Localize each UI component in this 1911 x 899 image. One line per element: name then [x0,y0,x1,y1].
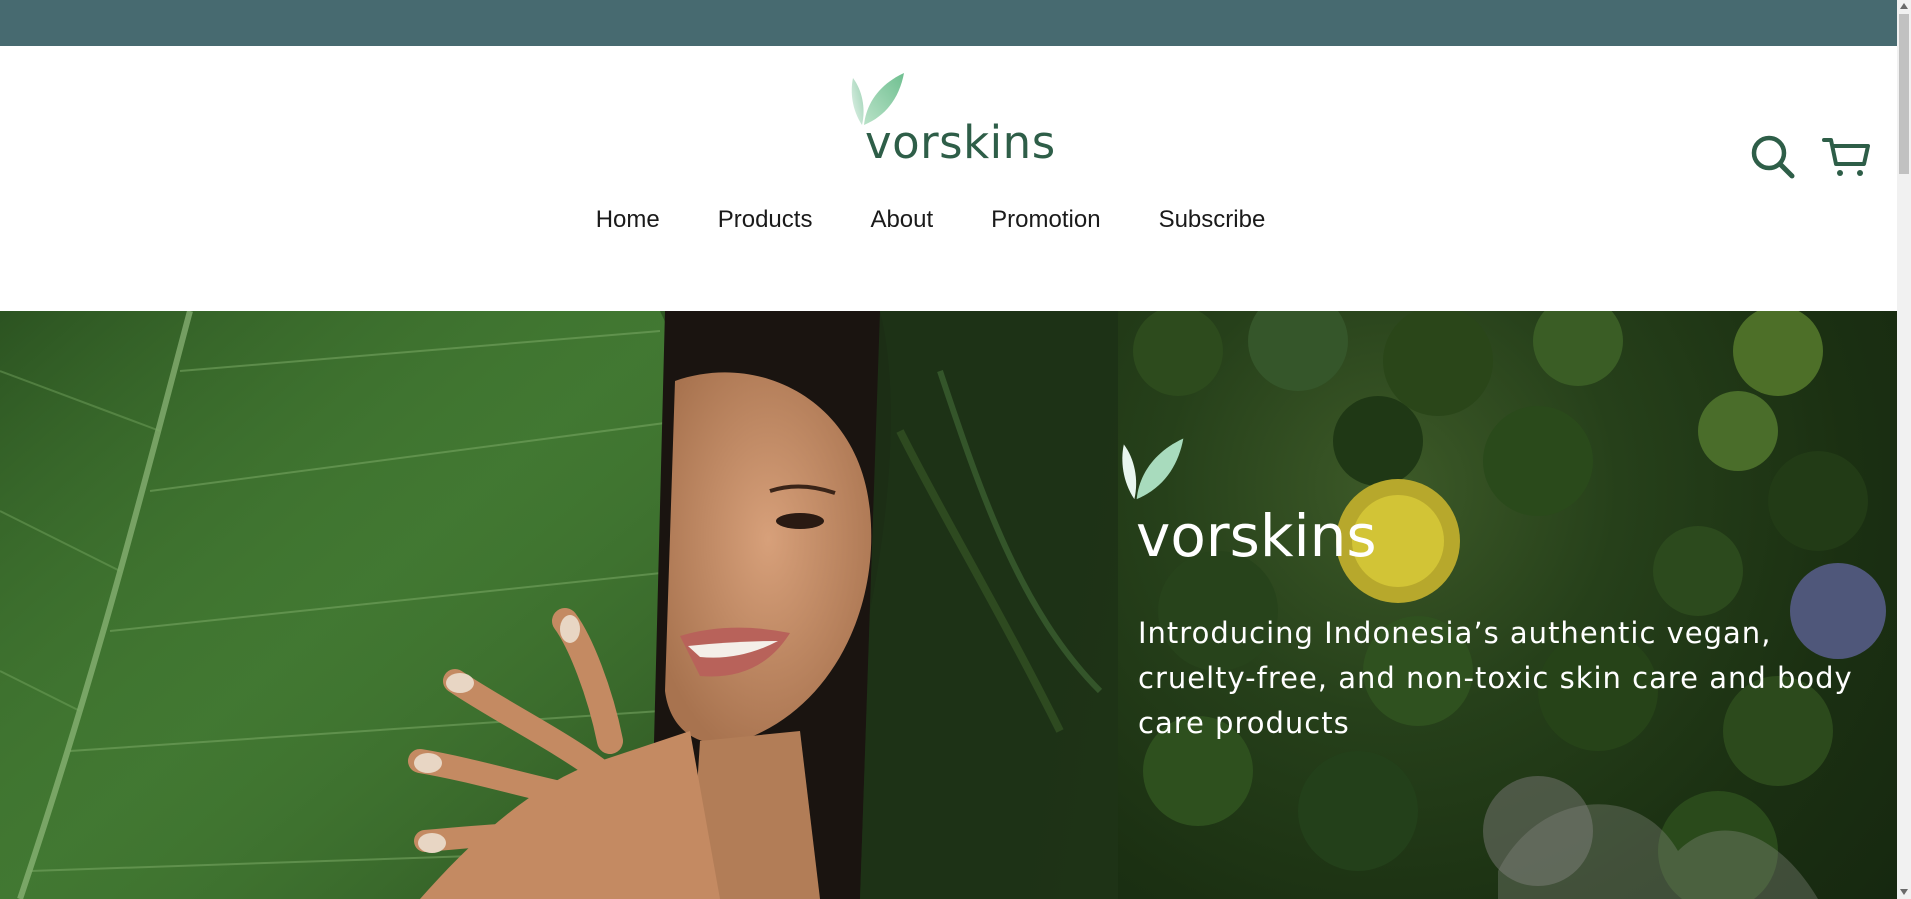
leaf-icon [1122,438,1184,500]
nav-products[interactable]: Products [718,206,813,235]
page: vorskins Home Products About Promotion S… [0,0,1897,899]
search-icon [1751,135,1795,179]
hero-banner: vorskins Introducing Indonesia’s authent… [0,311,1897,899]
nav-subscribe[interactable]: Subscribe [1159,206,1266,235]
scroll-down-arrow-icon[interactable] [1900,889,1908,895]
scrollbar-thumb[interactable] [1899,14,1909,174]
announcement-bar [0,0,1897,46]
hero-brand-logo: vorskins [1118,435,1418,565]
cart-icon [1822,138,1870,176]
hero-tagline: Introducing Indonesia’s authentic vegan,… [1138,616,1853,740]
cart-button[interactable] [1822,134,1870,180]
nav-about[interactable]: About [870,206,933,235]
nav-promotion[interactable]: Promotion [991,206,1100,235]
brand-name: vorskins [865,116,1056,169]
site-header: vorskins Home Products About Promotion S… [0,46,1897,311]
hero-brand-name: vorskins [1136,502,1377,570]
scroll-up-arrow-icon[interactable] [1900,3,1908,9]
main-nav: Home Products About Promotion Subscribe [0,206,1897,235]
brand-logo[interactable]: vorskins [848,70,1055,170]
forest-canopy-illustration [1133,311,1886,899]
forest-aerial-photo: vorskins Introducing Indonesia’s authent… [1118,311,1897,899]
nav-home[interactable]: Home [596,206,660,235]
search-button[interactable] [1750,134,1796,180]
hero-left-illustration [0,311,1118,899]
vertical-scrollbar[interactable] [1897,0,1911,899]
woman-with-leaf-photo [0,311,1118,899]
